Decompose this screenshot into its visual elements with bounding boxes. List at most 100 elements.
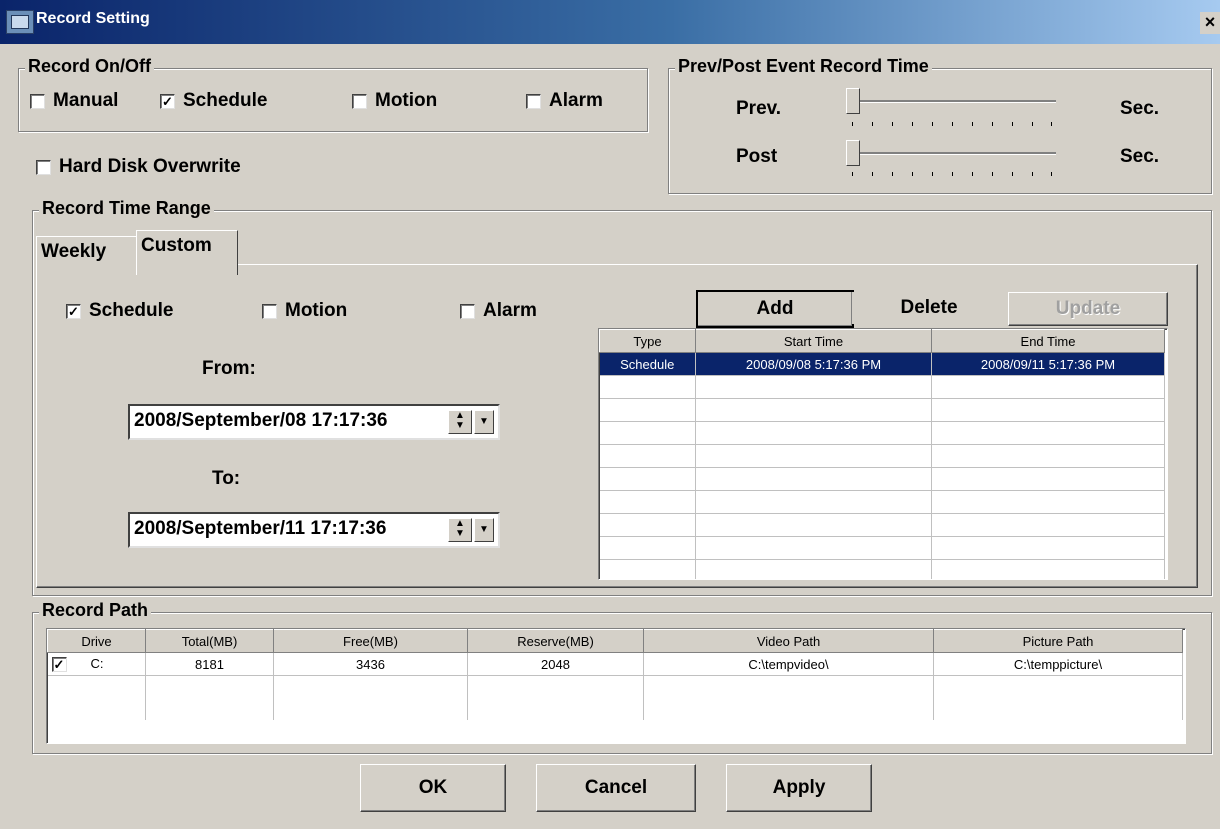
hdd-overwrite-checkbox[interactable]: Hard Disk Overwrite [36, 156, 241, 178]
table-row[interactable] [599, 375, 1165, 399]
custom-schedule-checkbox[interactable]: ✓ Schedule [66, 300, 173, 322]
cell-end-time [931, 559, 1165, 579]
cell-type [599, 513, 696, 537]
table-row[interactable] [599, 467, 1165, 491]
table-row[interactable] [599, 421, 1165, 445]
from-spinner[interactable]: ▲ ▼ [448, 410, 472, 434]
cell-free: 3436 [273, 652, 468, 676]
col-picture-path[interactable]: Picture Path [933, 629, 1183, 653]
to-datetime-input[interactable]: 2008/September/11 17:17:36 [128, 512, 500, 548]
ok-button[interactable]: OK [360, 764, 506, 812]
drive-letter: C: [90, 655, 104, 671]
post-slider-track[interactable] [852, 152, 1056, 155]
col-drive[interactable]: Drive [47, 629, 146, 653]
cell-start-time [695, 559, 932, 579]
prev-slider-thumb[interactable] [846, 88, 860, 114]
cell-type [599, 536, 696, 560]
from-dropdown-arrow[interactable]: ▼ [474, 410, 494, 434]
cell-total [145, 675, 274, 698]
col-video-path[interactable]: Video Path [643, 629, 934, 653]
table-row[interactable] [47, 675, 1183, 698]
from-label: From: [202, 358, 256, 379]
close-icon[interactable]: × [1200, 12, 1220, 34]
custom-schedule-label: Schedule [89, 300, 174, 321]
cell-start-time [695, 467, 932, 491]
schedule-checkbox[interactable]: ✓ Schedule [160, 90, 267, 112]
cell-type [599, 398, 696, 422]
cell-reserve [467, 675, 644, 698]
drive-checkbox[interactable]: ✓ [51, 657, 67, 673]
prev-slider-ticks [852, 122, 1052, 128]
col-free[interactable]: Free(MB) [273, 629, 468, 653]
record-path-table: Drive Total(MB) Free(MB) Reserve(MB) Vid… [47, 629, 1183, 720]
cell-end-time [931, 421, 1165, 445]
cell-type [599, 375, 696, 399]
post-slider-thumb[interactable] [846, 140, 860, 166]
alarm-checkbox[interactable]: Alarm [526, 90, 603, 112]
motion-checkbox-box[interactable] [352, 93, 367, 109]
manual-label: Manual [53, 90, 119, 111]
cell-start-time [695, 398, 932, 422]
cell-type [599, 490, 696, 514]
manual-checkbox-box[interactable] [30, 93, 45, 109]
custom-motion-label: Motion [285, 300, 348, 321]
cell-total: 8181 [145, 652, 274, 676]
apply-button[interactable]: Apply [726, 764, 872, 812]
table-row[interactable]: Schedule 2008/09/08 5:17:36 PM 2008/09/11 … [599, 352, 1165, 376]
custom-alarm-checkbox-box[interactable] [460, 303, 475, 319]
motion-checkbox[interactable]: Motion [352, 90, 437, 112]
to-spinner[interactable]: ▲ ▼ [448, 518, 472, 542]
prevpost-title: Prev/Post Event Record Time [675, 56, 932, 77]
cell-drive [47, 698, 146, 720]
schedule-label: Schedule [183, 90, 268, 111]
custom-motion-checkbox[interactable]: Motion [262, 300, 347, 322]
col-end-time[interactable]: End Time [931, 329, 1165, 353]
table-row[interactable] [599, 559, 1165, 579]
cell-start-time [695, 513, 932, 537]
cell-reserve: 2048 [467, 652, 644, 676]
cell-drive: ✓ C: [47, 652, 146, 676]
table-row[interactable] [599, 490, 1165, 514]
col-type[interactable]: Type [599, 329, 696, 353]
table-row[interactable] [599, 536, 1165, 560]
delete-button[interactable]: Delete [852, 292, 1006, 324]
schedule-checkbox-box[interactable]: ✓ [160, 93, 175, 109]
table-row[interactable] [599, 513, 1165, 537]
to-dropdown-arrow[interactable]: ▼ [474, 518, 494, 542]
custom-alarm-checkbox[interactable]: Alarm [460, 300, 537, 322]
motion-label: Motion [375, 90, 438, 111]
cell-start-time [695, 375, 932, 399]
custom-schedule-checkbox-box[interactable]: ✓ [66, 303, 81, 319]
from-datetime-input[interactable]: 2008/September/08 17:17:36 [128, 404, 500, 440]
tab-custom[interactable]: Custom [136, 230, 238, 275]
cancel-button[interactable]: Cancel [536, 764, 696, 812]
custom-motion-checkbox-box[interactable] [262, 303, 277, 319]
alarm-checkbox-box[interactable] [526, 93, 541, 109]
col-reserve[interactable]: Reserve(MB) [467, 629, 644, 653]
post-slider-ticks [852, 172, 1052, 178]
record-onoff-title: Record On/Off [25, 56, 155, 77]
app-icon [6, 10, 34, 34]
add-button[interactable]: Add [696, 290, 854, 328]
table-row[interactable] [599, 398, 1165, 422]
table-row[interactable] [599, 444, 1165, 468]
col-start-time[interactable]: Start Time [695, 329, 932, 353]
cell-end-time [931, 444, 1165, 468]
cell-type [599, 421, 696, 445]
table-row[interactable] [47, 698, 1183, 720]
cell-picture: C:\temppicture\ [933, 652, 1183, 676]
update-button[interactable]: Update [1008, 292, 1168, 326]
schedule-list[interactable]: Type Start Time End Time Schedule 2008/09… [598, 328, 1168, 580]
prev-slider-track[interactable] [852, 100, 1056, 103]
prev-label: Prev. [736, 98, 782, 119]
hdd-overwrite-checkbox-box[interactable] [36, 159, 51, 175]
tab-weekly[interactable]: Weekly [36, 236, 138, 271]
col-total[interactable]: Total(MB) [145, 629, 274, 653]
manual-checkbox[interactable]: Manual [30, 90, 118, 112]
cell-type [599, 559, 696, 579]
cell-picture [933, 675, 1183, 698]
prev-unit: Sec. [1120, 98, 1160, 119]
record-path-list[interactable]: Drive Total(MB) Free(MB) Reserve(MB) Vid… [46, 628, 1186, 744]
custom-alarm-label: Alarm [483, 300, 537, 321]
table-row[interactable]: ✓ C: 8181 3436 2048 C:\tempvideo\ C:\temppictu… [47, 652, 1183, 676]
